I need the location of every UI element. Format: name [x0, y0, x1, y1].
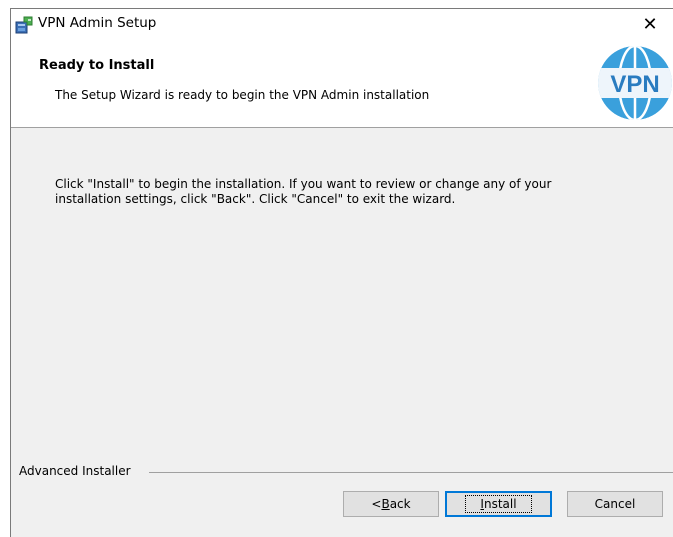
- install-focus-rect: Install: [465, 495, 532, 513]
- vpn-globe-logo: VPN: [598, 46, 672, 120]
- instructions-line-1: Click "Install" to begin the installatio…: [55, 177, 552, 191]
- instructions-line-2: installation settings, click "Back". Cli…: [55, 192, 456, 206]
- brand-label: Advanced Installer: [19, 464, 135, 478]
- install-button-rest: nstall: [483, 497, 517, 511]
- close-icon[interactable]: ✕: [627, 9, 673, 40]
- install-button[interactable]: Install: [445, 491, 552, 517]
- back-button-prefix: <: [371, 497, 382, 511]
- separator-line: [149, 472, 673, 473]
- back-button-rest: ack: [389, 497, 411, 511]
- title-bar: VPN Admin Setup ✕: [11, 9, 673, 40]
- back-button-accel: B: [381, 497, 390, 511]
- window-title: VPN Admin Setup: [38, 15, 157, 31]
- instructions-text: Click "Install" to begin the installatio…: [55, 177, 635, 207]
- cancel-button[interactable]: Cancel: [567, 491, 663, 517]
- brand-separator: Advanced Installer: [11, 464, 673, 478]
- page-subtitle: The Setup Wizard is ready to begin the V…: [55, 88, 430, 102]
- page-title: Ready to Install: [39, 58, 155, 73]
- setup-window: VPN Admin Setup ✕ Ready to Install The S…: [10, 8, 673, 537]
- installer-package-icon: [15, 16, 33, 34]
- logo-text: VPN: [610, 71, 659, 98]
- header-banner: Ready to Install The Setup Wizard is rea…: [11, 40, 673, 128]
- back-button[interactable]: < Back: [343, 491, 439, 517]
